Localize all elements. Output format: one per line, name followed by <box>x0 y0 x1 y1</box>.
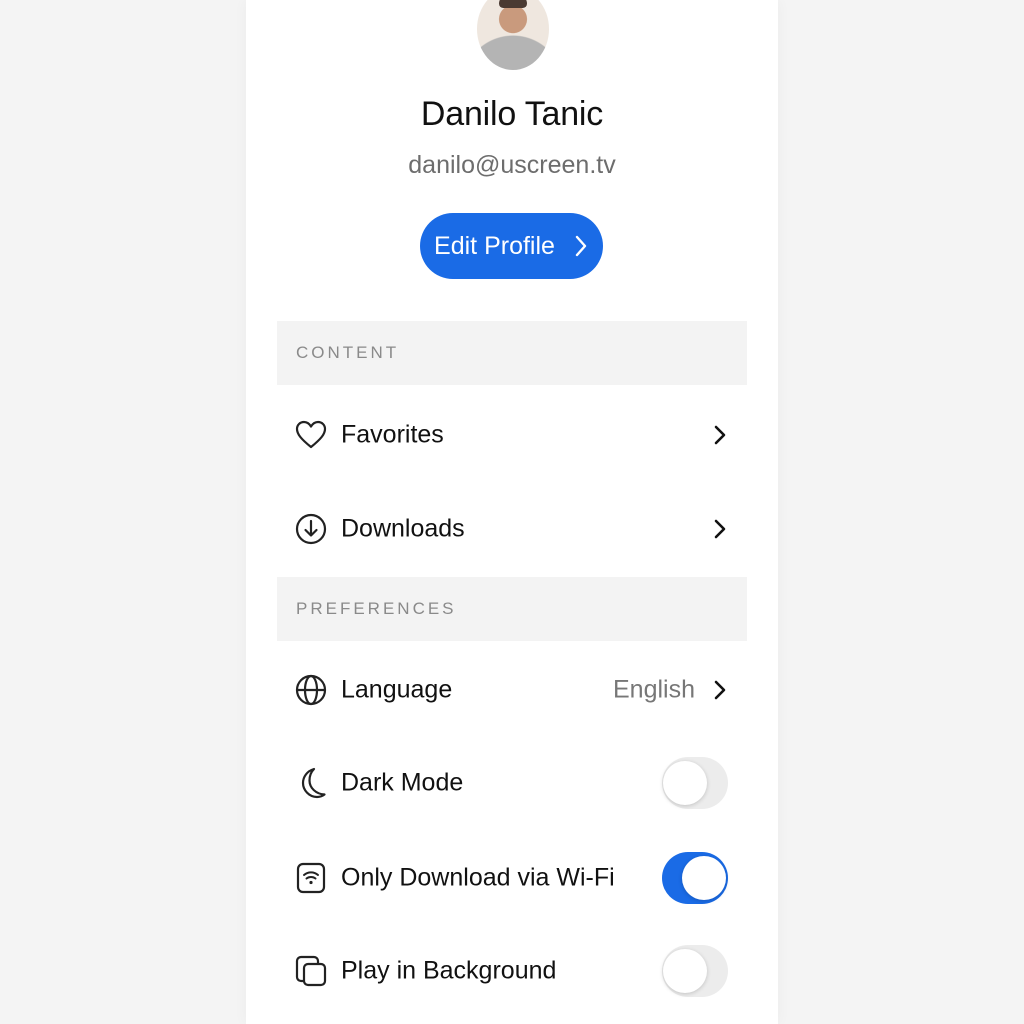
list-item-language[interactable]: Language English <box>277 646 747 734</box>
language-value: English <box>613 675 695 704</box>
profile-email: danilo@uscreen.tv <box>408 151 616 179</box>
downloads-label: Downloads <box>341 514 465 543</box>
toggle-knob <box>682 856 726 900</box>
edit-profile-button[interactable]: Edit Profile <box>420 213 603 279</box>
chevron-right-icon <box>713 423 727 447</box>
chevron-right-icon <box>713 517 727 541</box>
toggle-knob <box>663 761 707 805</box>
wifi-icon <box>294 861 328 895</box>
heart-icon <box>294 418 328 452</box>
download-icon <box>294 512 328 546</box>
list-item-dark-mode: Dark Mode <box>277 739 747 827</box>
play-in-background-toggle[interactable] <box>662 945 728 997</box>
chevron-right-icon <box>713 678 727 702</box>
list-item-favorites[interactable]: Favorites <box>277 391 747 479</box>
section-header-preferences: PREFERENCES <box>277 577 747 641</box>
dark-mode-label: Dark Mode <box>341 768 464 797</box>
edit-profile-label: Edit Profile <box>434 231 555 260</box>
favorites-label: Favorites <box>341 420 444 449</box>
list-item-play-in-background: Play in Background <box>277 927 747 1015</box>
globe-icon <box>294 673 328 707</box>
list-item-downloads[interactable]: Downloads <box>277 485 747 573</box>
dark-mode-toggle[interactable] <box>662 757 728 809</box>
chevron-right-icon <box>575 235 587 257</box>
moon-icon <box>294 766 328 800</box>
picture-in-picture-icon <box>294 954 328 988</box>
play-in-background-label: Play in Background <box>341 956 557 985</box>
list-item-wifi-only: Only Download via Wi-Fi <box>277 834 747 922</box>
section-header-content: CONTENT <box>277 321 747 385</box>
language-label: Language <box>341 675 453 704</box>
profile-name: Danilo Tanic <box>420 95 604 133</box>
wifi-only-label: Only Download via Wi-Fi <box>341 863 615 892</box>
toggle-knob <box>663 949 707 993</box>
wifi-only-toggle[interactable] <box>662 852 728 904</box>
